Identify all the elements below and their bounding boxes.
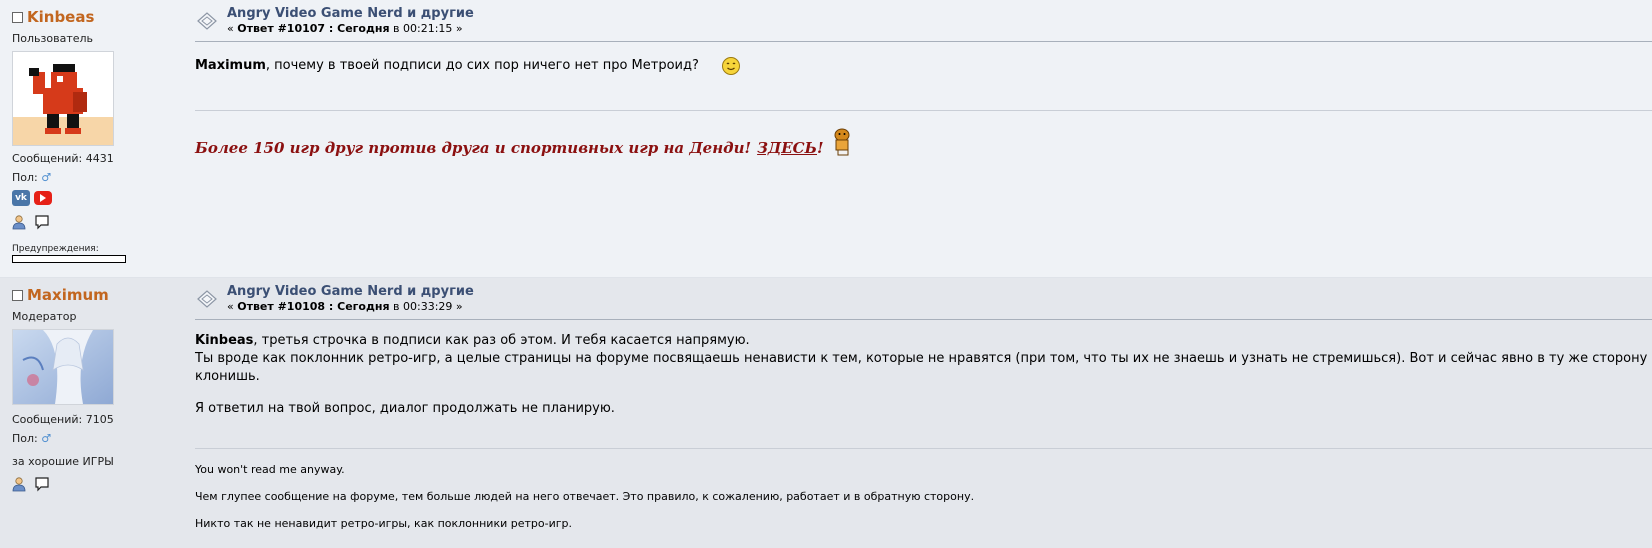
post-content: Angry Video Game Nerd и другие « Ответ #… — [195, 284, 1652, 530]
topic-icon — [197, 12, 217, 30]
gender-label: Пол: — [12, 432, 38, 445]
username-link[interactable]: Maximum — [27, 286, 109, 304]
reply-info: « Ответ #10107 : Сегодня в 00:21:15 » — [227, 22, 474, 35]
post-10108: Maximum Модератор Сообщений: 7105 Пол: ♂… — [0, 278, 1652, 548]
signature: You won't read me anyway. Чем глупее соо… — [195, 463, 1652, 530]
reply-suffix: » — [455, 300, 463, 313]
avatar-image — [13, 330, 113, 404]
reply-info: « Ответ #10108 : Сегодня в 00:33:29 » — [227, 300, 474, 313]
offline-status-icon — [12, 11, 23, 23]
smiley-icon — [721, 57, 740, 75]
avatar — [12, 329, 114, 405]
quoted-username: Kinbeas — [195, 333, 254, 348]
reply-number: Ответ #10107 : Сегодня — [237, 22, 390, 35]
gender-row: Пол: ♂ — [12, 432, 182, 445]
offline-status-icon — [12, 289, 23, 301]
signature-link[interactable]: ЗДЕСЬ — [757, 139, 817, 157]
signature-line-1: You won't read me anyway. — [195, 463, 345, 476]
personal-message-icon[interactable] — [34, 476, 50, 492]
username-row: Kinbeas — [12, 8, 182, 26]
post-line-1: Kinbeas, третья строчка в подписи как ра… — [195, 332, 1652, 350]
reply-prefix: « — [227, 22, 234, 35]
signature-link-wrapper: ЗДЕСЬ! — [757, 139, 824, 157]
gender-label: Пол: — [12, 171, 38, 184]
quoted-username: Maximum — [195, 58, 266, 73]
post-body: Kinbeas, третья строчка в подписи как ра… — [195, 332, 1652, 418]
profile-actions — [12, 476, 182, 492]
post-10107: Kinbeas Пользователь Сообщений: 4431 Пол… — [0, 0, 1652, 278]
username-link[interactable]: Kinbeas — [27, 8, 94, 26]
profile-icon[interactable] — [12, 476, 28, 492]
gender-row: Пол: ♂ — [12, 171, 182, 184]
avatar — [12, 51, 114, 146]
post-text: , почему в твоей подписи до сих пор ниче… — [265, 58, 699, 73]
signature-text: Более 150 игр друг против друга и спорти… — [195, 139, 752, 157]
vk-icon[interactable]: vk — [12, 190, 30, 206]
trophy-character-icon — [834, 128, 850, 156]
male-icon: ♂ — [41, 171, 52, 184]
personal-text: за хорошие ИГРЫ — [12, 455, 114, 468]
signature-divider — [195, 448, 1652, 449]
avatar-image — [13, 64, 113, 145]
male-icon: ♂ — [41, 432, 52, 445]
reply-prefix: « — [227, 300, 234, 313]
post-line-3: Я ответил на твой вопрос, диалог продолж… — [195, 401, 615, 416]
reply-time: в 00:21:15 — [393, 22, 453, 35]
post-content: Angry Video Game Nerd и другие « Ответ #… — [195, 6, 1652, 157]
social-links: vk — [12, 190, 182, 206]
youtube-icon[interactable] — [34, 191, 52, 205]
username-row: Maximum — [12, 286, 182, 304]
signature-line-3: Никто так не ненавидит ретро-игры, как п… — [195, 517, 572, 530]
poster-info: Maximum Модератор Сообщений: 7105 Пол: ♂… — [12, 286, 182, 492]
post-text-1: , третья строчка в подписи как раз об эт… — [253, 333, 750, 348]
profile-icon[interactable] — [12, 214, 28, 230]
header-divider — [195, 41, 1652, 42]
signature-divider — [195, 110, 1652, 111]
warnings-label: Предупреждения: — [12, 244, 99, 254]
post-body: Maximum , почему в твоей подписи до сих … — [195, 56, 1652, 76]
post-header: Angry Video Game Nerd и другие « Ответ #… — [195, 6, 1652, 35]
message-count: Сообщений: 4431 — [12, 152, 114, 165]
signature: Более 150 игр друг против друга и спорти… — [195, 127, 1652, 157]
topic-icon — [197, 290, 217, 308]
header-divider — [195, 319, 1652, 320]
signature-line-2: Чем глупее сообщение на форуме, тем боль… — [195, 490, 975, 503]
poster-info: Kinbeas Пользователь Сообщений: 4431 Пол… — [12, 8, 182, 263]
reply-time: в 00:33:29 — [393, 300, 453, 313]
warnings-bar — [12, 255, 126, 263]
personal-message-icon[interactable] — [34, 214, 50, 230]
user-rank: Модератор — [12, 310, 77, 323]
topic-title-link[interactable]: Angry Video Game Nerd и другие — [227, 284, 474, 299]
post-header: Angry Video Game Nerd и другие « Ответ #… — [195, 284, 1652, 313]
user-rank: Пользователь — [12, 32, 94, 45]
profile-actions — [12, 214, 182, 230]
message-count: Сообщений: 7105 — [12, 413, 114, 426]
reply-number: Ответ #10108 : Сегодня — [237, 300, 390, 313]
reply-suffix: » — [455, 22, 463, 35]
signature-end: ! — [817, 139, 824, 157]
post-line-2: Ты вроде как поклонник ретро-игр, а целы… — [195, 351, 1648, 384]
topic-title-link[interactable]: Angry Video Game Nerd и другие — [227, 6, 474, 21]
